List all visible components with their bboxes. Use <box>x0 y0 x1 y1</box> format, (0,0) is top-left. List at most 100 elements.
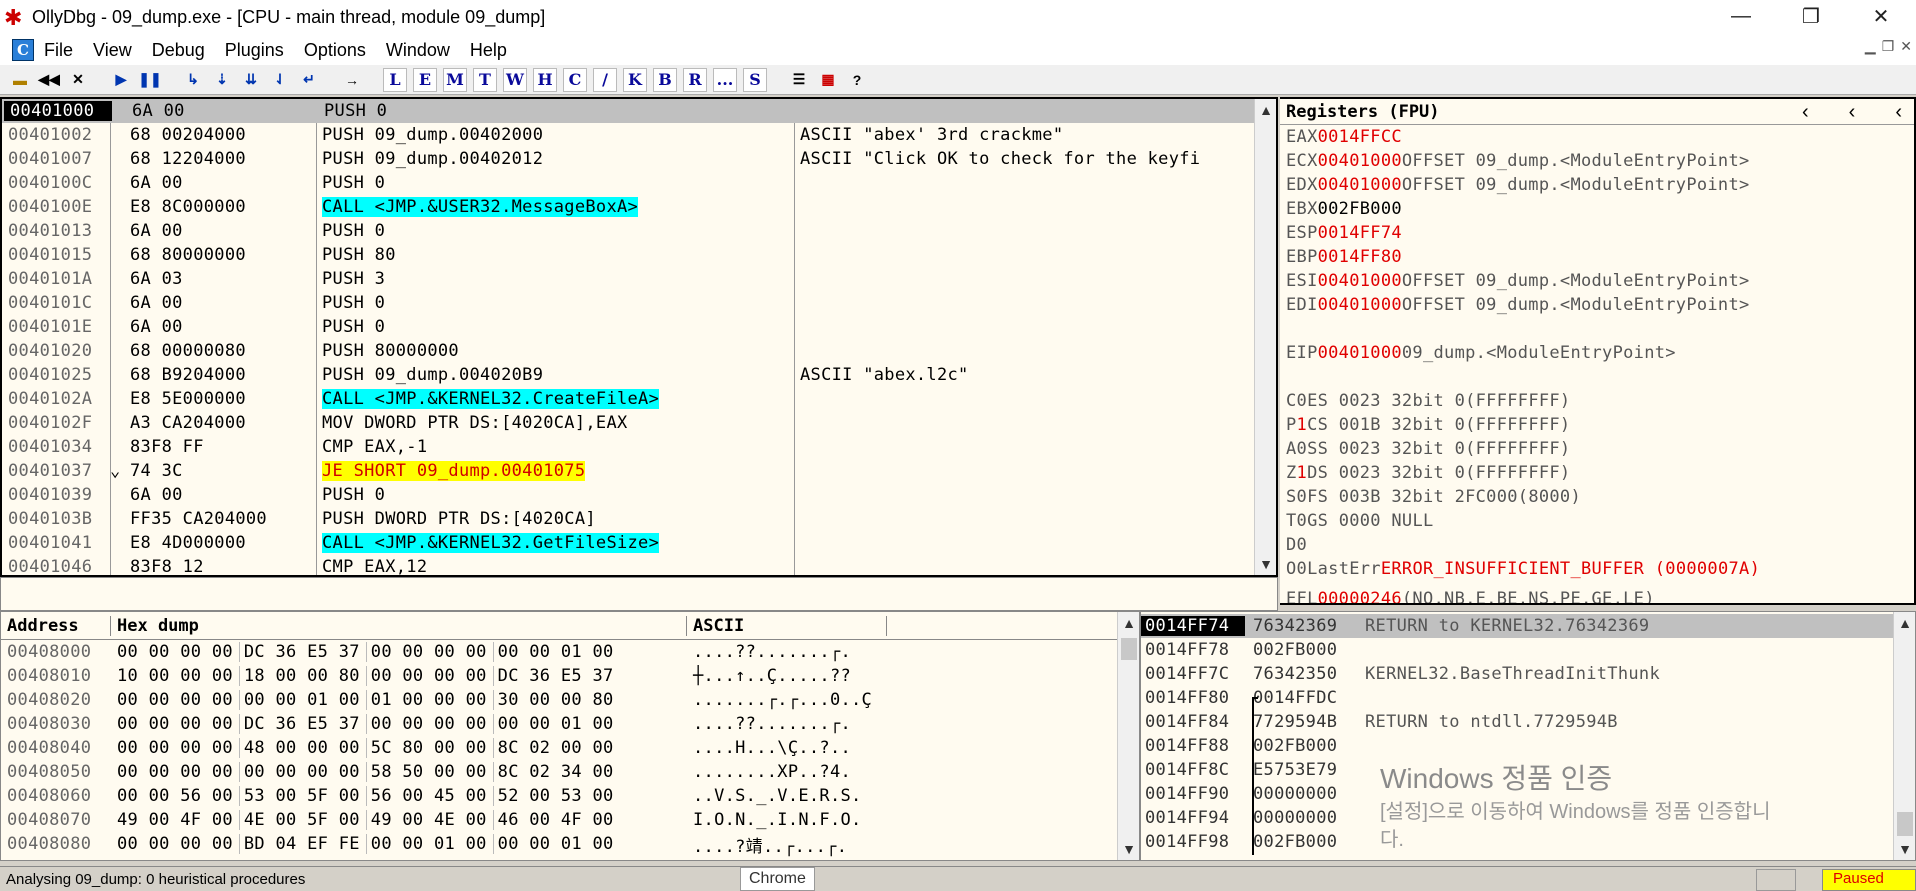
source-button[interactable]: S <box>743 67 767 92</box>
register-value[interactable]: 00401000 <box>1318 151 1402 171</box>
register-value[interactable]: 00401000 <box>1318 175 1402 195</box>
flag-value[interactable]: 0 <box>1297 535 1308 555</box>
disasm-row[interactable]: 00401034 83F8 FF CMP EAX,-1 <box>2 435 1276 459</box>
call-stack-button[interactable]: K <box>623 67 647 92</box>
flag-row[interactable]: D 0 <box>1280 533 1914 557</box>
scroll-down-icon[interactable]: ▼ <box>1894 838 1915 860</box>
menu-view[interactable]: View <box>83 40 142 61</box>
disasm-row[interactable]: 00401039 6A 00 PUSH 0 <box>2 483 1276 507</box>
menu-debug[interactable]: Debug <box>142 40 215 61</box>
run-icon[interactable]: ▶ <box>109 68 133 92</box>
register-row[interactable]: EBX 002FB000 <box>1280 197 1914 221</box>
restart-icon[interactable]: ◀◀ <box>37 68 61 92</box>
disasm-row[interactable]: 00401013 6A 00 PUSH 0 <box>2 219 1276 243</box>
handles-button[interactable]: H <box>533 67 557 92</box>
windows-button[interactable]: W <box>503 67 527 92</box>
flag-row[interactable]: S 0 FS 003B 32bit 2FC000(8000) <box>1280 485 1914 509</box>
dump-row[interactable]: 00408040 00 00 00 00 48 00 00 00 5C 80 00 0… <box>1 736 1139 760</box>
log-window-button[interactable]: L <box>383 67 407 92</box>
disasm-row[interactable]: 00401025 68 B9204000 PUSH 09_dump.004020B9… <box>2 363 1276 387</box>
efl-row[interactable]: EFL 00000246 (NO,NB,E,BE,NS,PE,GE,LE) <box>1280 587 1914 603</box>
dump-row[interactable]: 00408070 49 00 4F 00 4E 00 5F 00 49 00 4E 0… <box>1 808 1139 832</box>
register-value[interactable]: 00000246 <box>1318 589 1402 603</box>
step-into-icon[interactable]: ↳ <box>181 68 205 92</box>
close-button[interactable]: ✕ <box>1846 0 1916 32</box>
menu-help[interactable]: Help <box>460 40 517 61</box>
stack-row[interactable]: 0014FF7C 76342350 KERNEL32.BaseThreadInitT… <box>1141 662 1915 686</box>
register-row[interactable]: EDI 00401000 OFFSET 09_dump.<ModuleEntry… <box>1280 293 1914 317</box>
cpu-window-icon[interactable]: C <box>12 39 34 61</box>
stack-row[interactable]: 0014FF74 76342369 RETURN to KERNEL32.76342… <box>1141 614 1915 638</box>
flag-row[interactable]: P 1 CS 001B 32bit 0(FFFFFFFF) <box>1280 413 1914 437</box>
animate-into-icon[interactable]: ⇊ <box>239 68 263 92</box>
flag-value[interactable]: 0 <box>1297 487 1308 507</box>
references-button[interactable]: R <box>683 67 707 92</box>
flag-row[interactable]: C 0 ES 0023 32bit 0(FFFFFFFF) <box>1280 389 1914 413</box>
animate-over-icon[interactable]: ⇃ <box>268 68 292 92</box>
close-program-icon[interactable]: ✕ <box>66 68 90 92</box>
register-row[interactable]: ESP 0014FF74 <box>1280 221 1914 245</box>
flag-value[interactable]: 0 <box>1297 511 1308 531</box>
mdi-minimize-icon[interactable]: ▁ <box>1865 38 1876 55</box>
flag-value[interactable]: 0 <box>1297 439 1308 459</box>
pause-icon[interactable]: ❚❚ <box>138 68 162 92</box>
dump-row[interactable]: 00408010 10 00 00 00 18 00 00 80 00 00 00 0… <box>1 664 1139 688</box>
memory-map-button[interactable]: M <box>443 67 467 92</box>
register-value[interactable]: 002FB000 <box>1318 199 1402 219</box>
disasm-row[interactable]: 0040102F A3 CA204000 MOV DWORD PTR DS:[402… <box>2 411 1276 435</box>
register-value[interactable]: 00401000 <box>1318 295 1402 315</box>
hex-dump-pane[interactable]: Address Hex dump ASCII 00408000 00 00 00 … <box>0 611 1140 861</box>
flag-value[interactable]: 0 <box>1297 391 1308 411</box>
stack-row[interactable]: 0014FF78 002FB000 <box>1141 638 1915 662</box>
chevron-left-icon[interactable]: ‹ <box>1849 101 1856 124</box>
register-row[interactable]: ECX 00401000 OFFSET 09_dump.<ModuleEntry… <box>1280 149 1914 173</box>
dump-col-hex[interactable]: Hex dump <box>111 615 687 636</box>
run-trace-button[interactable]: ... <box>713 67 737 92</box>
threads-button[interactable]: T <box>473 67 497 92</box>
cpu-button[interactable]: C <box>563 67 587 92</box>
register-value[interactable]: 0014FFCC <box>1318 127 1402 147</box>
dump-row[interactable]: 00408000 00 00 00 00 DC 36 E5 37 00 00 00 0… <box>1 640 1139 664</box>
disasm-row[interactable]: 0040103B FF35 CA204000 PUSH DWORD PTR DS:[… <box>2 507 1276 531</box>
chevron-left-icon[interactable]: ‹ <box>1802 101 1809 124</box>
patches-button[interactable]: / <box>593 67 617 92</box>
disasm-row[interactable]: 00401002 68 00204000 PUSH 09_dump.00402000… <box>2 123 1276 147</box>
flag-value[interactable]: 1 <box>1297 463 1308 483</box>
register-row[interactable]: EAX 0014FFCC <box>1280 125 1914 149</box>
disasm-row[interactable]: 00401007 68 12204000 PUSH 09_dump.00402012… <box>2 147 1276 171</box>
scroll-up-icon[interactable]: ▲ <box>1118 612 1139 634</box>
minimize-button[interactable]: — <box>1706 0 1776 32</box>
executables-button[interactable]: E <box>413 67 437 92</box>
open-icon[interactable]: ▬ <box>8 68 32 92</box>
disasm-row[interactable]: 0040101E 6A 00 PUSH 0 <box>2 315 1276 339</box>
disasm-row[interactable]: 00401041 E8 4D000000 CALL <JMP.&KERNEL32.G… <box>2 531 1276 555</box>
menu-plugins[interactable]: Plugins <box>215 40 294 61</box>
disasm-row[interactable]: 0040100E E8 8C000000 CALL <JMP.&USER32.Mes… <box>2 195 1276 219</box>
register-row[interactable]: ESI 00401000 OFFSET 09_dump.<ModuleEntry… <box>1280 269 1914 293</box>
register-value[interactable]: 0014FF74 <box>1318 223 1402 243</box>
maximize-button[interactable]: ❐ <box>1776 0 1846 32</box>
chevron-left-icon[interactable]: ‹ <box>1895 101 1902 124</box>
disasm-row[interactable]: 0040101C 6A 00 PUSH 0 <box>2 291 1276 315</box>
register-value[interactable]: 00401000 <box>1318 271 1402 291</box>
dump-row[interactable]: 00408030 00 00 00 00 DC 36 E5 37 00 00 00 0… <box>1 712 1139 736</box>
appearance-icon[interactable]: ▦ <box>816 68 840 92</box>
step-over-icon[interactable]: ⇣ <box>210 68 234 92</box>
eip-row[interactable]: EIP 00401000 09_dump.<ModuleEntryPoint> <box>1280 341 1914 365</box>
flag-row[interactable]: A 0 SS 0023 32bit 0(FFFFFFFF) <box>1280 437 1914 461</box>
flag-row[interactable]: O 0 LastErr ERROR_INSUFFICIENT_BUFFER (0… <box>1280 557 1914 581</box>
list-icon[interactable]: ☰ <box>787 68 811 92</box>
flag-value[interactable]: 0 <box>1297 559 1308 579</box>
register-row[interactable]: EDX 00401000 OFFSET 09_dump.<ModuleEntry… <box>1280 173 1914 197</box>
dump-row[interactable]: 00408050 00 00 00 00 00 00 00 00 58 50 00 0… <box>1 760 1139 784</box>
disasm-row[interactable]: 0040101A 6A 03 PUSH 3 <box>2 267 1276 291</box>
dump-row[interactable]: 00408060 00 00 56 00 53 00 5F 00 56 00 45 0… <box>1 784 1139 808</box>
dump-scrollbar[interactable]: ▲ ▼ <box>1117 612 1139 860</box>
menu-file[interactable]: File <box>34 40 83 61</box>
menu-options[interactable]: Options <box>294 40 376 61</box>
flag-value[interactable]: 1 <box>1297 415 1308 435</box>
disasm-row[interactable]: 0040100C 6A 00 PUSH 0 <box>2 171 1276 195</box>
goto-icon[interactable]: → <box>340 68 364 92</box>
mdi-close-icon[interactable]: ✕ <box>1900 38 1912 55</box>
stack-scrollbar[interactable]: ▲ ▼ <box>1893 612 1915 860</box>
